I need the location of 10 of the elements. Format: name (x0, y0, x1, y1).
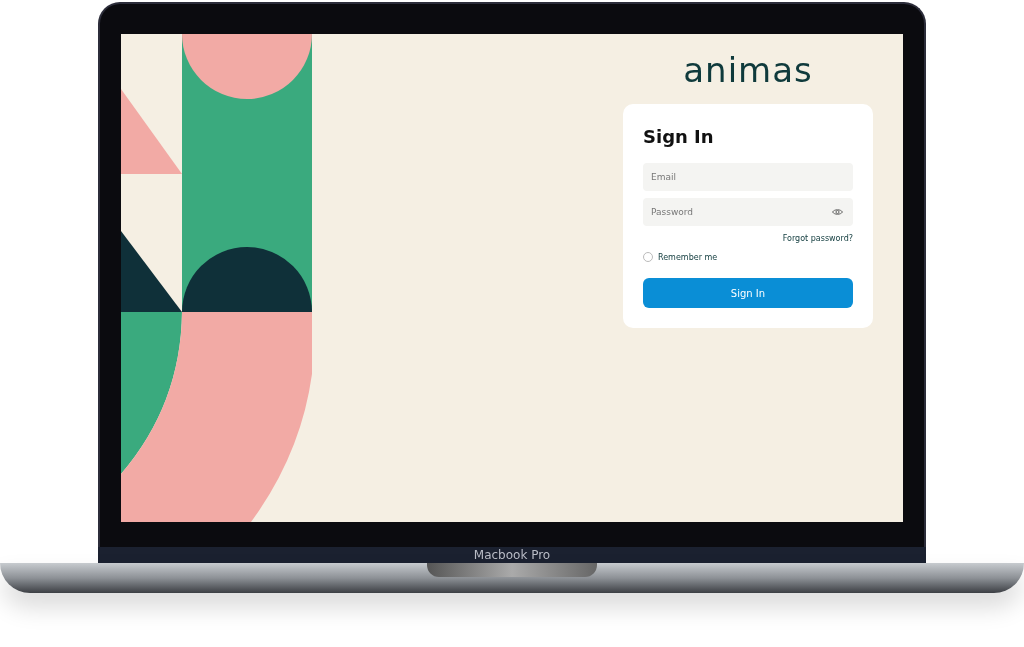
device-label: Macbook Pro (473, 548, 551, 562)
sign-in-button[interactable]: Sign In (643, 278, 853, 308)
password-field[interactable]: Password (643, 198, 853, 226)
remember-label: Remember me (658, 252, 718, 262)
logo: animas (683, 50, 813, 90)
remember-radio[interactable] (643, 252, 653, 262)
forgot-password-link[interactable]: Forgot password? (782, 234, 853, 243)
eye-icon[interactable] (832, 208, 843, 216)
card-title: Sign In (643, 126, 715, 147)
email-field[interactable]: Email (643, 163, 853, 191)
